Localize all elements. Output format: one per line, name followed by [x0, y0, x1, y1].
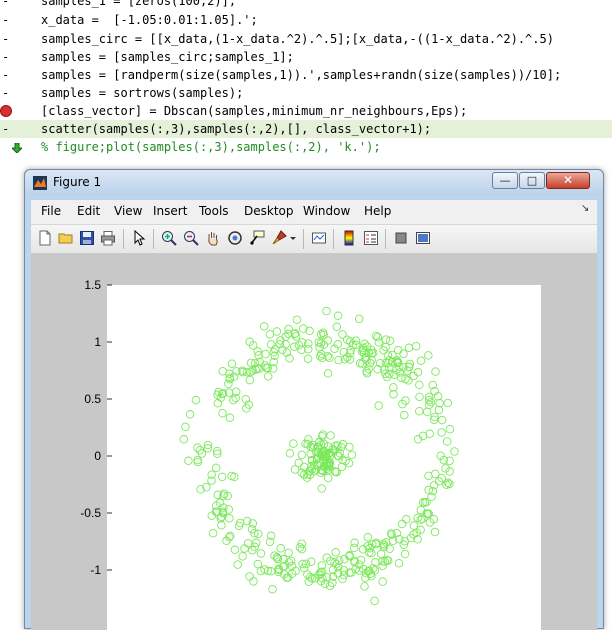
figure-title: Figure 1: [53, 175, 102, 189]
line-marker-dash: -: [2, 86, 10, 100]
code-line[interactable]: - samples = [randperm(size(samples,1)).',…: [0, 66, 612, 84]
y-tick-label: -0.5: [80, 506, 101, 520]
data-cursor-icon[interactable]: [249, 230, 265, 246]
breakpoint-icon[interactable]: [0, 105, 12, 117]
code-text: samples_1 = [zeros(100,2)];: [41, 0, 237, 8]
menu-insert[interactable]: Insert: [153, 204, 187, 218]
code-line[interactable]: [class_vector] = Dbscan(samples,minimum_…: [0, 102, 612, 120]
toolbar-separator: [123, 229, 124, 249]
toolbar-separator: [333, 229, 334, 249]
line-marker-dash: -: [2, 13, 10, 27]
toolbar-separator: [303, 229, 304, 249]
y-tick-label: 1: [94, 335, 101, 349]
line-marker-dash: -: [2, 68, 10, 82]
rotate-3d-icon[interactable]: [227, 230, 243, 246]
line-marker-dash: -: [2, 32, 10, 46]
code-text: [class_vector] = Dbscan(samples,minimum_…: [41, 104, 468, 118]
open-file-icon[interactable]: [58, 230, 74, 246]
code-line[interactable]: - scatter(samples(:,3),samples(:,2),[], c…: [0, 120, 612, 138]
matlab-logo-icon: [33, 176, 47, 190]
code-line[interactable]: - samples_1 = [zeros(100,2)];: [0, 0, 612, 10]
pan-icon[interactable]: [205, 230, 221, 246]
new-figure-icon[interactable]: [37, 230, 53, 246]
code-text: samples = sortrows(samples);: [41, 86, 244, 100]
minimize-icon: —: [499, 174, 511, 187]
zoom-out-icon[interactable]: [183, 230, 199, 246]
close-icon: ✕: [562, 173, 574, 187]
colorbar-icon[interactable]: [341, 230, 357, 246]
menu-edit[interactable]: Edit: [77, 204, 100, 218]
menubar-dock-arrow-icon[interactable]: ↘: [581, 203, 589, 214]
line-marker-dash: -: [2, 122, 10, 136]
brush-icon[interactable]: [271, 230, 287, 246]
pointer-icon[interactable]: [131, 230, 147, 246]
menu-file[interactable]: File: [41, 204, 61, 218]
figure-window: Figure 1 — □ ✕ File Edit View Insert Too…: [24, 169, 604, 630]
code-text: samples_circ = [[x_data,(1-x_data.^2).^.…: [41, 32, 554, 46]
code-text: x_data = [-1.05:0.01:1.05].';: [41, 13, 258, 27]
menu-view[interactable]: View: [114, 204, 142, 218]
legend-icon[interactable]: [363, 230, 379, 246]
code-line[interactable]: - samples = sortrows(samples);: [0, 84, 612, 102]
figure-toolbar: [31, 225, 597, 254]
code-line[interactable]: - x_data = [-1.05:0.01:1.05].';: [0, 11, 612, 29]
y-tick-label: 0.5: [84, 392, 101, 406]
scatter-plot[interactable]: 1.5 1 0.5 0 -0.5 -1: [31, 254, 597, 630]
minimize-button[interactable]: —: [492, 172, 518, 189]
brush-dropdown-icon[interactable]: [289, 230, 297, 246]
print-icon[interactable]: [100, 230, 116, 246]
zoom-in-icon[interactable]: [161, 230, 177, 246]
menu-help[interactable]: Help: [364, 204, 391, 218]
show-plot-tools-icon[interactable]: [415, 230, 431, 246]
menu-window[interactable]: Window: [303, 204, 350, 218]
figure-titlebar[interactable]: Figure 1 — □ ✕: [25, 170, 603, 196]
toolbar-separator: [153, 229, 154, 249]
save-icon[interactable]: [79, 230, 95, 246]
line-marker-dash: -: [2, 0, 10, 8]
menu-tools[interactable]: Tools: [199, 204, 229, 218]
toolbar-separator: [385, 229, 386, 249]
figure-menubar: File Edit View Insert Tools Desktop Wind…: [31, 200, 597, 225]
code-text: % figure;plot(samples(:,3),samples(:,2),…: [41, 140, 381, 154]
maximize-icon: □: [526, 174, 538, 187]
code-text: samples = [samples_circ;samples_1];: [41, 50, 294, 64]
close-button[interactable]: ✕: [546, 172, 590, 189]
link-plot-icon[interactable]: [311, 230, 327, 246]
code-line[interactable]: % figure;plot(samples(:,3),samples(:,2),…: [0, 138, 612, 156]
y-tick-label: -1: [90, 563, 101, 577]
plot-panel[interactable]: 1.5 1 0.5 0 -0.5 -1: [31, 254, 597, 630]
y-tick-label: 0: [94, 449, 101, 463]
line-marker-dash: -: [2, 50, 10, 64]
code-text: samples = [randperm(size(samples,1)).',s…: [41, 68, 562, 82]
hide-plot-tools-icon[interactable]: [393, 230, 409, 246]
maximize-button[interactable]: □: [519, 172, 545, 189]
y-tick-label: 1.5: [84, 278, 101, 292]
code-text: scatter(samples(:,3),samples(:,2),[], cl…: [41, 122, 432, 136]
code-line[interactable]: - samples = [samples_circ;samples_1];: [0, 48, 612, 66]
code-line[interactable]: - samples_circ = [[x_data,(1-x_data.^2).^…: [0, 30, 612, 48]
menu-desktop[interactable]: Desktop: [244, 204, 294, 218]
execution-arrow-icon: [12, 143, 22, 153]
